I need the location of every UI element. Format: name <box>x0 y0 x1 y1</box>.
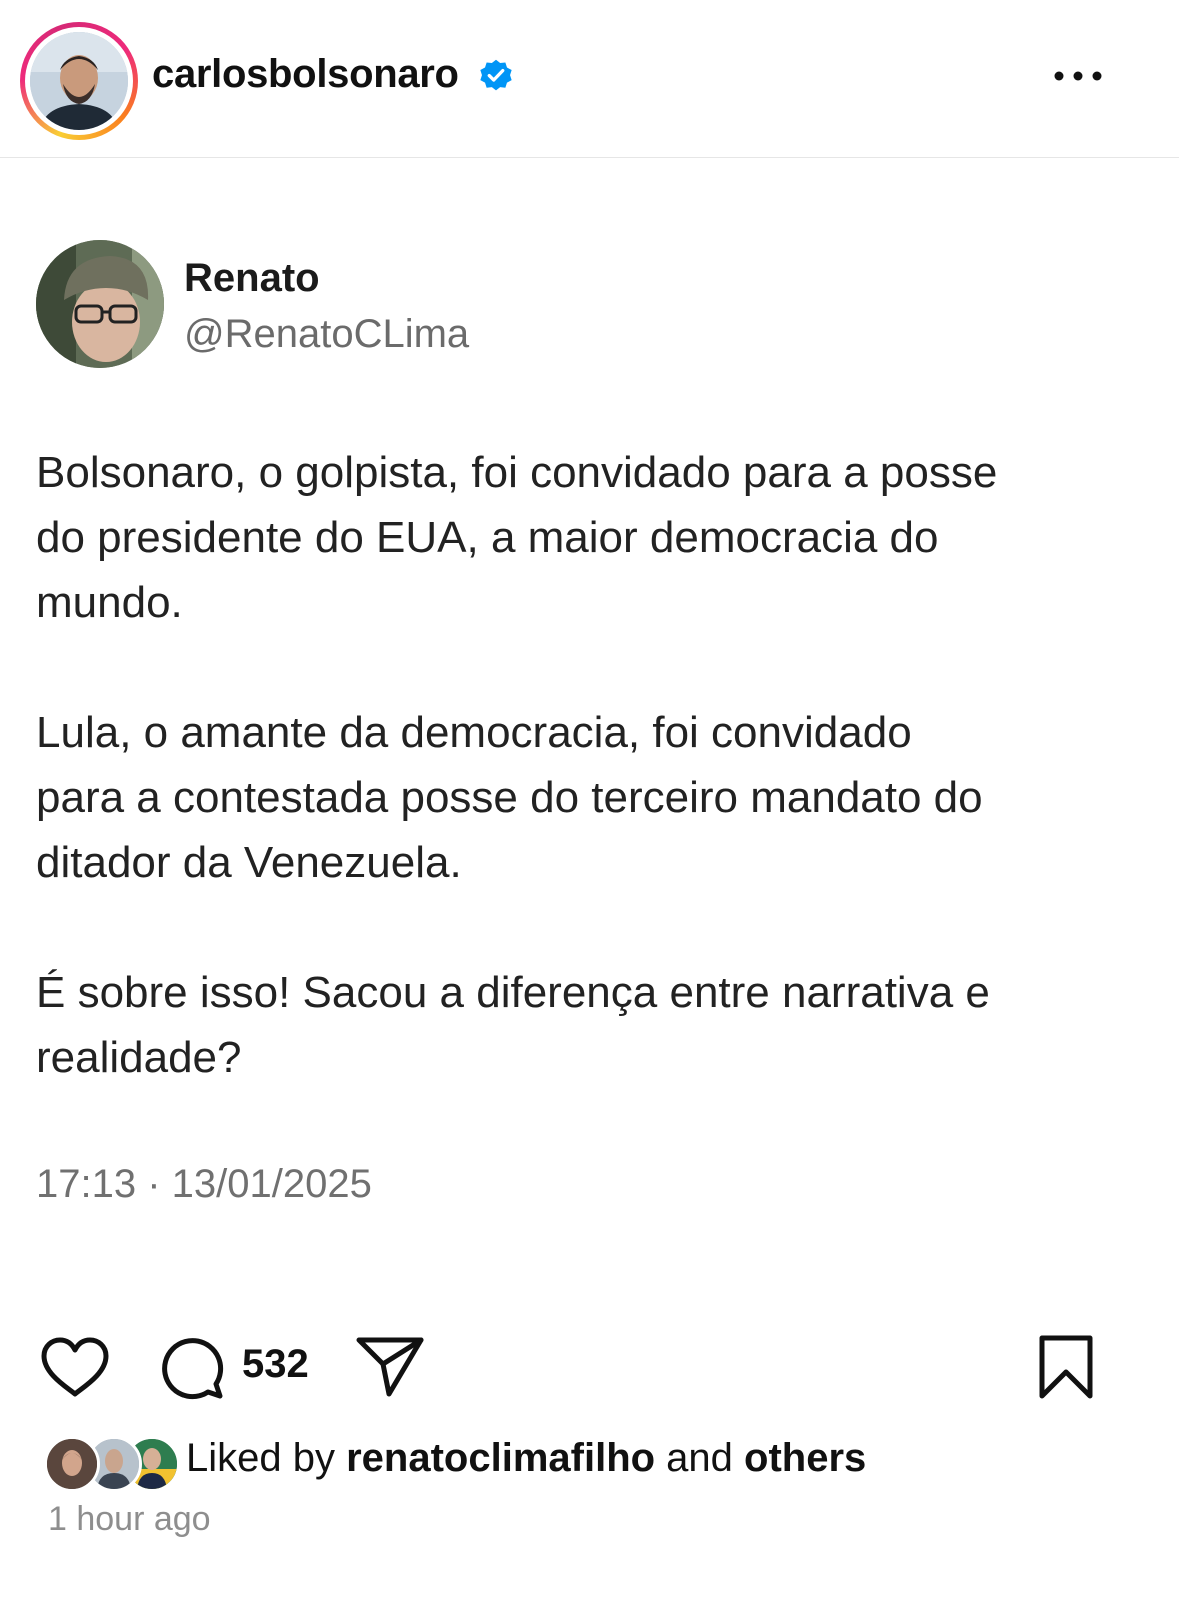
tweet-author-avatar-image <box>36 240 164 368</box>
tweet-timestamp: 17:13 · 13/01/2025 <box>36 1162 372 1206</box>
liked-by-others[interactable]: others <box>744 1436 866 1480</box>
liked-by-text: Liked by renatoclimafilho and others <box>186 1436 866 1481</box>
tweet-author-handle: @RenatoCLima <box>184 312 470 356</box>
post-header: carlosbolsonaro <box>0 0 1179 158</box>
tweet-paragraph: É sobre isso! Sacou a diferença entre na… <box>36 968 990 1082</box>
bookmark-icon[interactable] <box>1036 1334 1096 1400</box>
more-options-icon[interactable] <box>1050 60 1106 92</box>
comment-count: 532 <box>242 1342 309 1386</box>
post-time-ago: 1 hour ago <box>48 1500 211 1538</box>
tweet-paragraph: Lula, o amante da democracia, foi convid… <box>36 708 983 887</box>
owner-avatar[interactable] <box>30 32 128 130</box>
owner-username[interactable]: carlosbolsonaro <box>152 52 459 97</box>
owner-avatar-image <box>30 32 128 130</box>
story-ring[interactable] <box>20 22 138 140</box>
tweet-paragraph: Bolsonaro, o golpista, foi convidado par… <box>36 448 998 627</box>
liked-by-username[interactable]: renatoclimafilho <box>346 1436 655 1480</box>
liker-avatar[interactable] <box>44 1436 100 1492</box>
tweet-text: Bolsonaro, o golpista, foi convidado par… <box>36 440 1136 1155</box>
verified-badge-icon <box>480 59 512 91</box>
liker-avatar-image <box>47 1439 97 1489</box>
heart-icon[interactable] <box>40 1336 110 1398</box>
story-ring-inner <box>25 27 133 135</box>
tweet-author-name: Renato <box>184 256 320 300</box>
comment-icon[interactable] <box>158 1334 226 1402</box>
send-icon[interactable] <box>355 1334 425 1398</box>
liked-by-prefix: Liked by <box>186 1436 347 1480</box>
tweet-author-avatar <box>36 240 164 368</box>
liked-by-connector: and <box>655 1436 745 1480</box>
